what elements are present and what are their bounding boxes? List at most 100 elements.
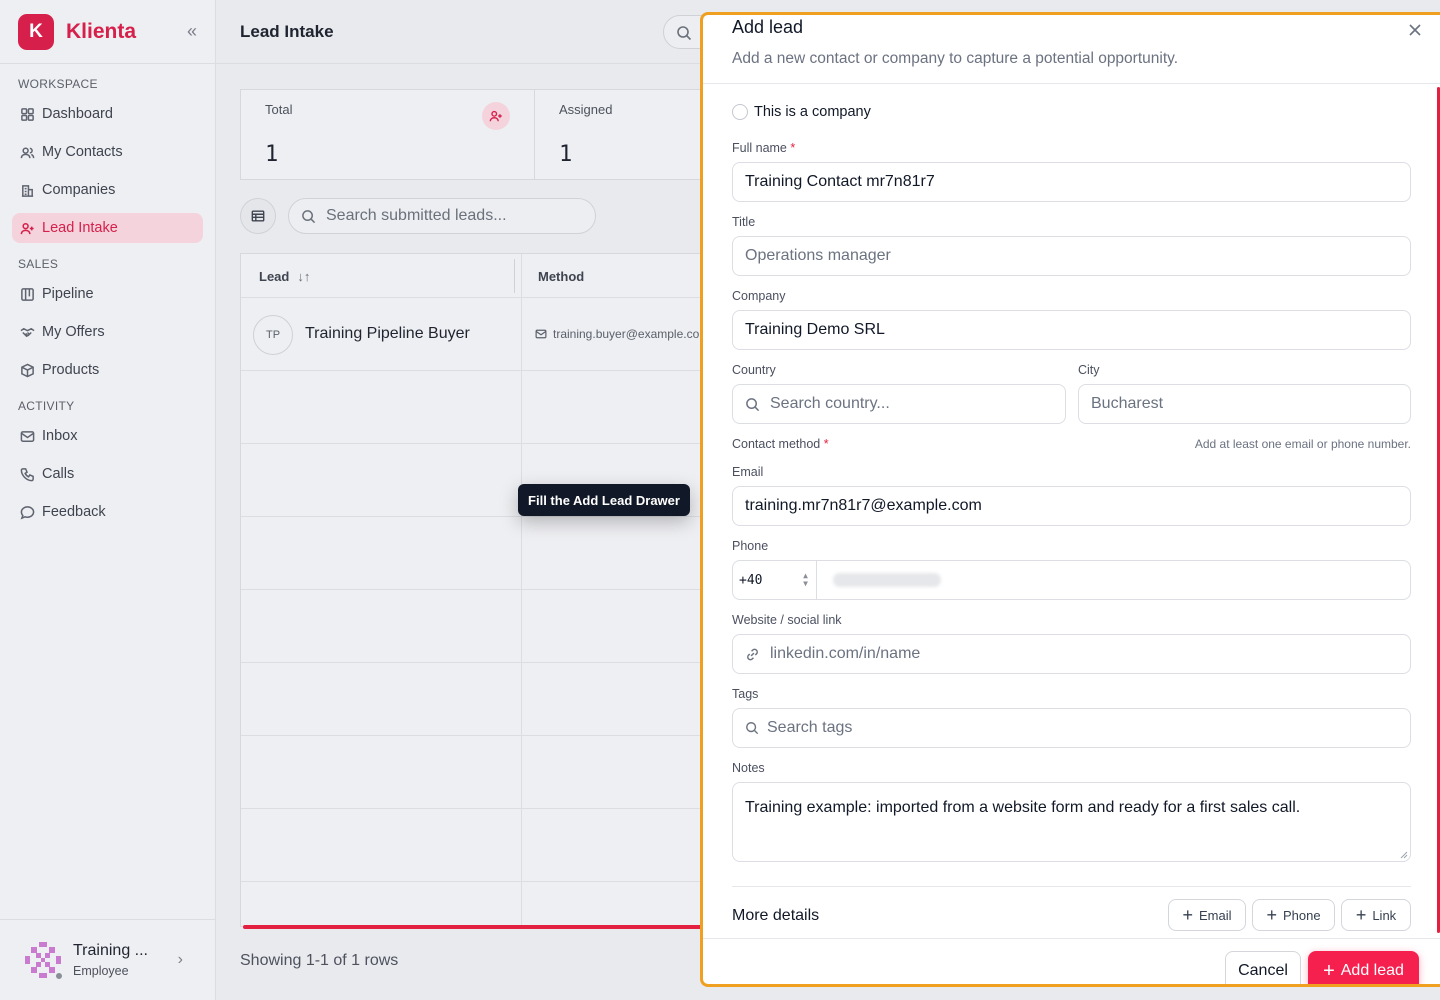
- close-icon[interactable]: [1407, 22, 1423, 38]
- city-field[interactable]: Bucharest: [1078, 384, 1411, 424]
- title-label: Title: [732, 215, 756, 229]
- search-icon: [677, 26, 692, 41]
- phone-label: Phone: [732, 539, 769, 553]
- grid-icon: [21, 107, 34, 121]
- company-field[interactable]: Training Demo SRL: [732, 310, 1411, 350]
- country-placeholder: Search country...: [770, 395, 890, 412]
- brand: K Klienta «: [0, 0, 215, 64]
- table-view-button[interactable]: [240, 198, 276, 234]
- header-divider: [241, 297, 709, 298]
- chip-label: Email: [1199, 907, 1232, 923]
- search-placeholder: Search submitted leads...: [326, 207, 507, 224]
- stat-value: 1: [265, 142, 279, 167]
- sidebar-item-inbox[interactable]: Inbox: [12, 421, 203, 451]
- tutorial-tooltip: Fill the Add Lead Drawer: [518, 484, 690, 516]
- user-profile[interactable]: Training ... Employee ›: [0, 919, 215, 1000]
- row-divider: [241, 589, 709, 590]
- sidebar-item-companies[interactable]: Companies: [12, 175, 203, 205]
- table-icon: [251, 210, 265, 222]
- website-field[interactable]: linkedin.com/in/name: [732, 634, 1411, 674]
- message-icon: [20, 505, 35, 519]
- phone-number-field[interactable]: [816, 560, 1411, 600]
- divider: [703, 83, 1440, 84]
- redacted-phone-number: [833, 573, 941, 587]
- notes-text: Training example: imported from a websit…: [745, 799, 1301, 816]
- row-divider: [241, 808, 709, 809]
- phone-country-code-select[interactable]: +40 ▲ ▼: [732, 560, 817, 600]
- sidebar-item-feedback[interactable]: Feedback: [12, 497, 203, 527]
- tags-field[interactable]: Search tags: [732, 708, 1411, 748]
- contact-method-label: Contact method *: [732, 437, 829, 451]
- resize-handle-icon[interactable]: [1400, 851, 1408, 859]
- lead-email: training.buyer@example.com: [535, 327, 709, 341]
- row-divider: [241, 881, 709, 882]
- status-dot: [55, 972, 63, 980]
- more-details-label: More details: [732, 907, 820, 924]
- country-label: Country: [732, 363, 776, 377]
- sidebar-item-my-contacts[interactable]: My Contacts: [12, 137, 203, 167]
- sidebar-item-label: Dashboard: [42, 106, 113, 122]
- divider: [732, 886, 1411, 887]
- city-label: City: [1078, 363, 1100, 377]
- search-icon: [302, 209, 316, 223]
- add-link-button[interactable]: + Link: [1341, 899, 1411, 931]
- label-text: Full name: [732, 141, 787, 155]
- email-label: Email: [732, 465, 764, 479]
- pagination-summary: Showing 1-1 of 1 rows: [240, 952, 399, 969]
- full-name-field[interactable]: Training Contact mr7n81r7: [732, 162, 1411, 202]
- lead-email-text: training.buyer@example.com: [553, 327, 710, 341]
- company-toggle-label[interactable]: This is a company: [754, 104, 871, 120]
- drawer-title: Add lead: [732, 17, 804, 37]
- plus-icon: +: [1355, 904, 1367, 925]
- sort-icon[interactable]: ↓↑: [297, 269, 310, 284]
- row-divider: [241, 516, 709, 517]
- add-lead-drawer: Add lead Add a new contact or company to…: [700, 12, 1440, 987]
- sidebar-item-lead-intake[interactable]: Lead Intake: [12, 213, 203, 243]
- link-icon: [747, 648, 758, 660]
- collapse-sidebar-icon[interactable]: «: [187, 21, 197, 42]
- button-label: Add lead: [1340, 962, 1404, 979]
- sidebar-item-label: My Contacts: [42, 144, 123, 160]
- company-toggle-radio[interactable]: [732, 104, 748, 120]
- stat-card-assigned: Assigned 1: [534, 89, 714, 180]
- plus-icon: +: [1182, 904, 1193, 925]
- chevron-right-icon[interactable]: ›: [178, 951, 183, 969]
- plus-icon: +: [1266, 904, 1277, 925]
- phone-code-value: +40: [739, 572, 763, 588]
- sidebar-item-products[interactable]: Products: [12, 355, 203, 385]
- website-placeholder: linkedin.com/in/name: [770, 645, 921, 662]
- plus-icon: +: [1323, 959, 1335, 982]
- section-label-workspace: WORKSPACE: [18, 77, 98, 91]
- divider: [703, 938, 1440, 939]
- lead-search-input[interactable]: Search submitted leads...: [288, 198, 596, 234]
- users-icon: [20, 146, 35, 158]
- required-marker: *: [823, 437, 829, 451]
- stat-card-total: Total 1: [240, 89, 535, 180]
- add-email-button[interactable]: + Email: [1168, 899, 1246, 931]
- email-field[interactable]: training.mr7n81r7@example.com: [732, 486, 1411, 526]
- app-logo[interactable]: K: [18, 13, 54, 50]
- sidebar-item-label: Products: [42, 362, 100, 378]
- avatar: TP: [253, 315, 293, 355]
- cancel-button[interactable]: Cancel: [1225, 951, 1301, 984]
- column-header-method[interactable]: Method: [538, 254, 584, 298]
- sidebar-item-dashboard[interactable]: Dashboard: [12, 99, 203, 129]
- stat-label: Total: [265, 102, 293, 117]
- sidebar-item-my-offers[interactable]: My Offers: [12, 317, 203, 347]
- lead-name[interactable]: Training Pipeline Buyer: [305, 325, 470, 343]
- sidebar-item-label: Companies: [42, 182, 116, 198]
- required-marker: *: [790, 141, 796, 155]
- company-label: Company: [732, 289, 786, 303]
- tags-placeholder: Search tags: [767, 719, 853, 736]
- add-lead-button[interactable]: + Add lead: [1308, 951, 1419, 984]
- notes-textarea[interactable]: Training example: imported from a websit…: [732, 782, 1411, 862]
- column-header-lead[interactable]: Lead ↓↑: [259, 254, 310, 298]
- chip-label: Phone: [1282, 907, 1321, 923]
- stat-label: Assigned: [559, 102, 613, 117]
- country-select[interactable]: Search country...: [732, 384, 1066, 424]
- sidebar-item-calls[interactable]: Calls: [12, 459, 203, 489]
- sidebar-item-pipeline[interactable]: Pipeline: [12, 279, 203, 309]
- title-field[interactable]: Operations manager: [732, 236, 1411, 276]
- add-phone-button[interactable]: + Phone: [1252, 899, 1335, 931]
- sidebar-item-label: Calls: [42, 466, 75, 482]
